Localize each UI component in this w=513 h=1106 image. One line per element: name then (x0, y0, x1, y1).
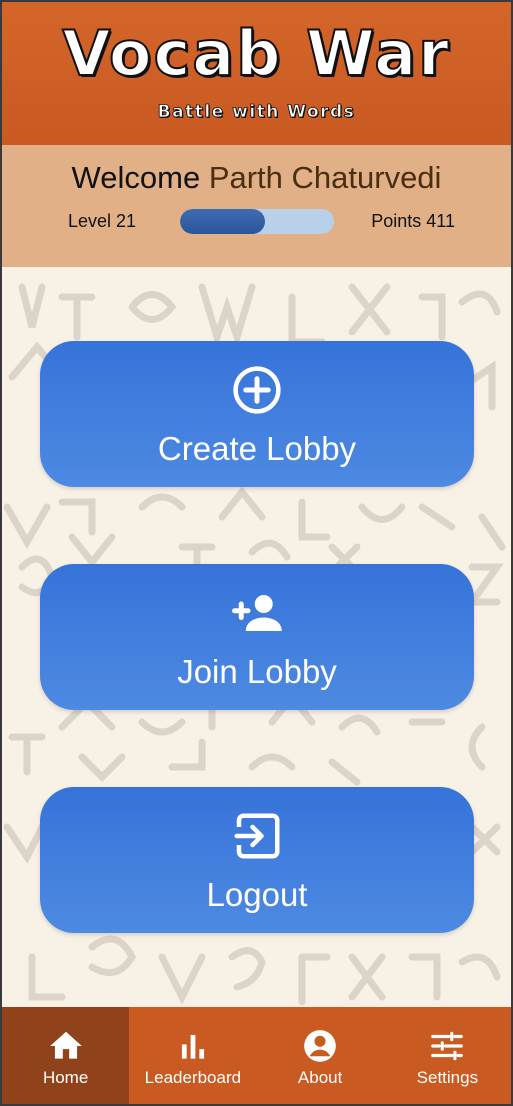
person-add-icon (232, 595, 282, 631)
bottom-navigation: Home Leaderboard About Settings (2, 1007, 511, 1104)
create-lobby-button[interactable]: Create Lobby (40, 341, 474, 487)
logout-button[interactable]: Logout (40, 787, 474, 933)
welcome-greeting: Welcome (71, 160, 201, 195)
tune-icon (431, 1031, 464, 1061)
logout-icon (234, 813, 280, 859)
logout-label: Logout (206, 876, 308, 913)
level-progress-bar (180, 209, 334, 234)
nav-item-home[interactable]: Home (2, 1007, 130, 1104)
level-progress-fill (180, 209, 265, 234)
level-label: Level 21 (68, 211, 137, 231)
app-subtitle: Battle with Words (157, 102, 356, 123)
app-header: Vocab War Battle with Words (2, 2, 511, 145)
account-circle-icon (304, 1030, 336, 1062)
main-menu: Create Lobby Join Lobby Logout (2, 267, 511, 1007)
nav-label-settings: Settings (416, 1068, 479, 1087)
user-name: Parth Chaturvedi (208, 160, 442, 195)
add-circle-icon (233, 366, 281, 414)
home-icon (49, 1031, 82, 1059)
welcome-panel: Welcome Parth Chaturvedi Level 21 Points… (2, 145, 511, 267)
app-window: Vocab War Battle with Words Welcome Part… (0, 0, 513, 1106)
points-label: Points 411 (371, 211, 455, 231)
leaderboard-icon (181, 1034, 204, 1059)
app-title: Vocab War (61, 16, 451, 91)
nav-item-settings[interactable]: Settings (384, 1007, 511, 1104)
welcome-message: Welcome Parth Chaturvedi (2, 159, 511, 197)
create-lobby-label: Create Lobby (157, 430, 357, 467)
nav-label-about: About (297, 1068, 343, 1087)
join-lobby-button[interactable]: Join Lobby (40, 564, 474, 710)
nav-item-leaderboard[interactable]: Leaderboard (129, 1007, 256, 1104)
nav-label-home: Home (42, 1068, 89, 1087)
join-lobby-label: Join Lobby (177, 653, 337, 690)
nav-item-about[interactable]: About (257, 1007, 384, 1104)
nav-label-leaderboard: Leaderboard (144, 1068, 242, 1087)
